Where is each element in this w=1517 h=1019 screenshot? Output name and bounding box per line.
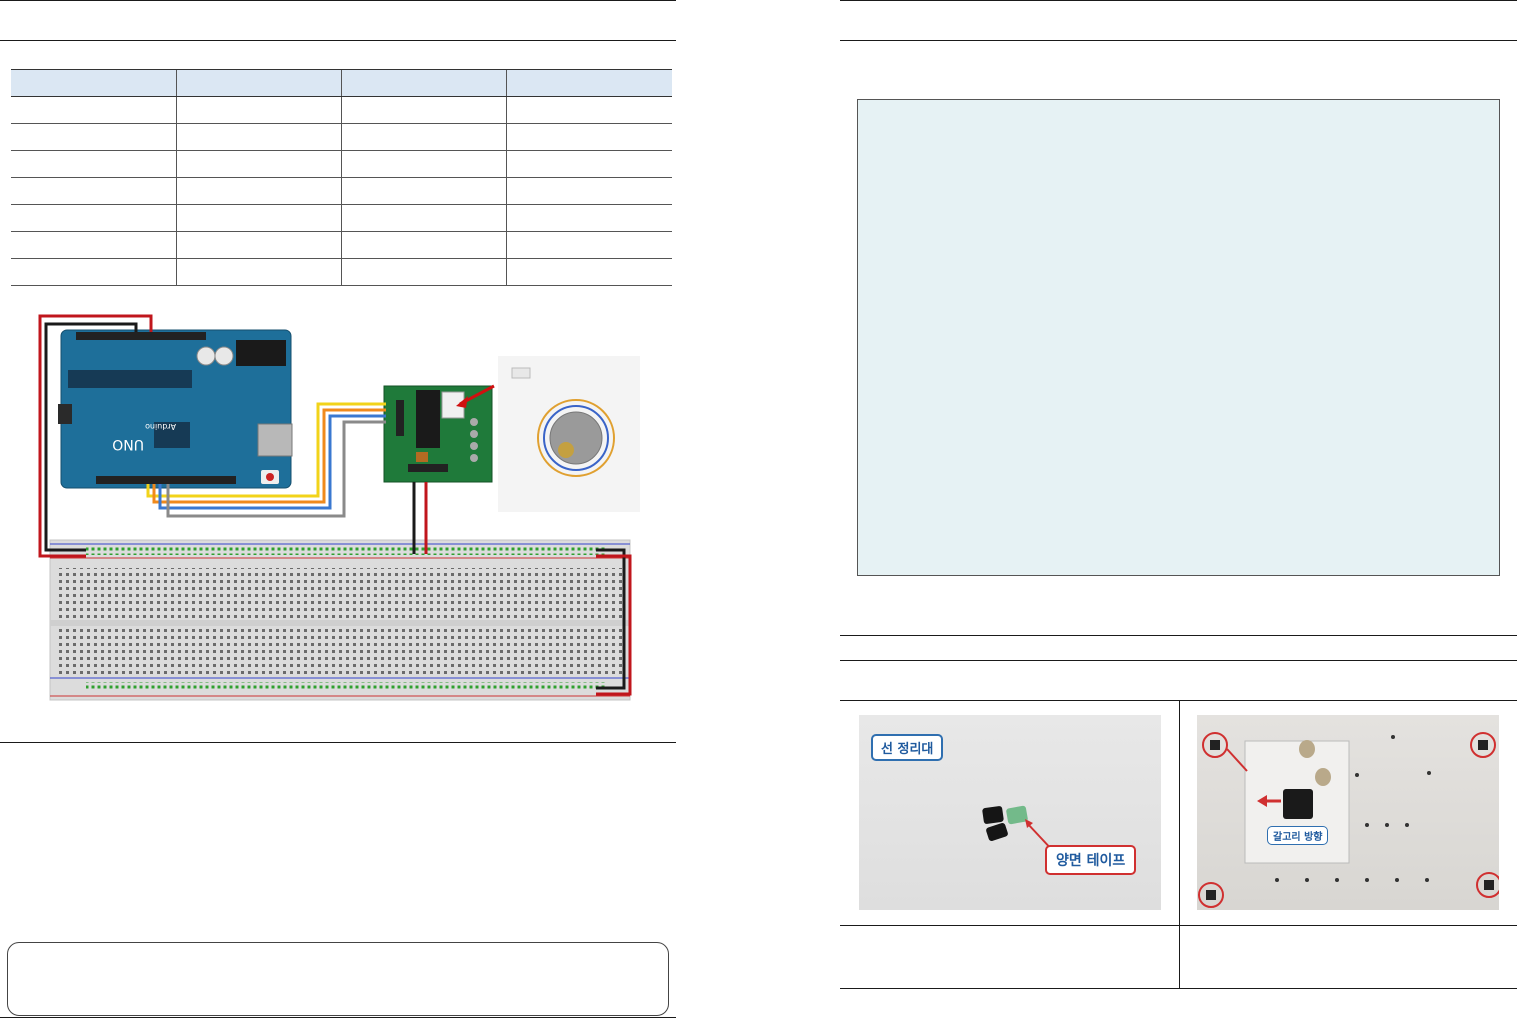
table-cell: [11, 96, 177, 124]
panel-objects: [1198, 732, 1499, 908]
right-section-rule-1: [840, 635, 1517, 636]
table-cell: [506, 177, 672, 205]
table-cell: [506, 204, 672, 232]
table-row: [11, 96, 672, 124]
left-top-rule: [0, 0, 676, 1]
table-cell: [175, 177, 342, 205]
table-header-cell: [11, 69, 177, 97]
table-cell: [175, 231, 342, 259]
right-second-rule: [840, 40, 1517, 41]
table-row: [11, 123, 672, 151]
table-cell: [340, 231, 507, 259]
table-cell: [340, 123, 507, 151]
stepper-motor-photo: [498, 356, 640, 512]
photo-table-divider: [1179, 700, 1180, 988]
table-cell: [340, 177, 507, 205]
wiring-diagram: UNO Arduino: [36, 312, 640, 702]
left-second-rule: [0, 40, 676, 41]
table-header-cell: [506, 69, 672, 97]
table-header-row: [11, 69, 672, 97]
table-cell: [11, 258, 177, 286]
table-cell: [11, 204, 177, 232]
table-cell: [340, 96, 507, 124]
table-cell: [11, 150, 177, 178]
table-cell: [11, 231, 177, 259]
table-cell: [506, 150, 672, 178]
panel-hook-photo: 갈고리 방향: [1197, 715, 1499, 910]
table-cell: [340, 258, 507, 286]
table-row: [11, 258, 672, 286]
table-cell: [340, 204, 507, 232]
table-cell: [340, 150, 507, 178]
table-cell: [175, 150, 342, 178]
wiring-diagram-svg: UNO Arduino: [38, 314, 640, 701]
table-cell: [506, 258, 672, 286]
table-cell: [506, 123, 672, 151]
code-listing-box: [857, 99, 1500, 576]
table-cell: [506, 96, 672, 124]
board-brand-text: Arduino: [145, 422, 176, 431]
right-section-rule-2: [840, 660, 1517, 661]
left-bottom-rule: [0, 1017, 676, 1018]
stepper-driver-board: [383, 385, 493, 483]
table-row: [11, 150, 672, 178]
breadboard: [49, 539, 631, 701]
table-cell: [175, 258, 342, 286]
clip-objects: [982, 805, 1056, 854]
note-callout-box: [7, 942, 669, 1016]
table-cell: [11, 123, 177, 151]
right-top-rule: [840, 0, 1517, 1]
table-row: [11, 231, 672, 259]
table-row: [11, 177, 672, 205]
table-cell: [175, 123, 342, 151]
pin-connection-table: [11, 69, 672, 286]
arduino-uno-board: UNO Arduino: [58, 329, 293, 489]
table-row: [11, 204, 672, 232]
table-cell: [506, 231, 672, 259]
photo-table-bottom-rule: [840, 988, 1517, 989]
table-header-cell: [340, 69, 507, 97]
hook-direction-label: 갈고리 방향: [1267, 826, 1329, 845]
double-sided-tape-label: 양면 테이프: [1045, 845, 1137, 875]
board-model-text: UNO: [112, 436, 144, 452]
cable-organizer-photo: 선 정리대 양면 테이프: [859, 715, 1161, 910]
photo-caption-rule: [840, 925, 1517, 926]
table-cell: [175, 96, 342, 124]
left-section-rule: [0, 742, 676, 743]
table-cell: [11, 177, 177, 205]
table-header-cell: [175, 69, 342, 97]
table-cell: [175, 204, 342, 232]
